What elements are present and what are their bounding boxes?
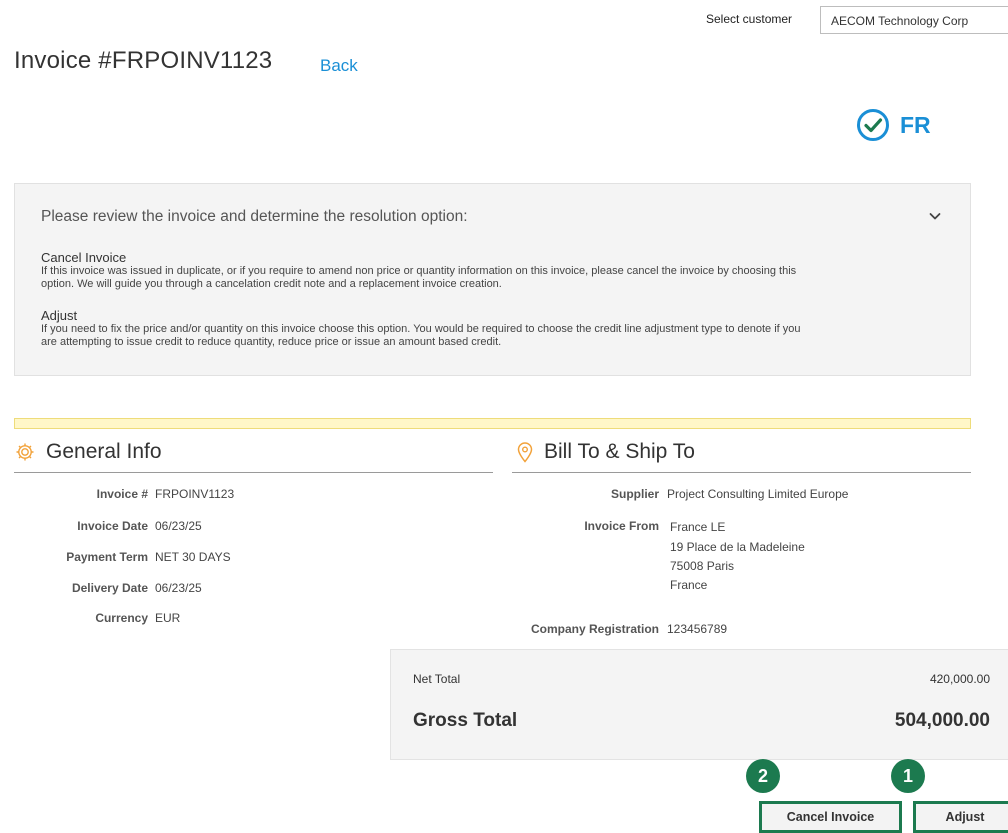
gear-icon: [16, 443, 34, 461]
invoice-from-line-3: 75008 Paris: [670, 559, 735, 573]
bill-ship-header: Bill To & Ship To: [516, 440, 695, 464]
cancel-option-line-2: option. We will guide you through a canc…: [41, 278, 502, 290]
supplier-value: Project Consulting Limited Europe: [667, 487, 849, 501]
cancel-option-title: Cancel Invoice: [41, 250, 127, 265]
payment-term-label: Payment Term: [66, 550, 148, 564]
location-pin-icon: [517, 442, 533, 463]
country-code: FR: [900, 111, 931, 138]
gross-total-label: Gross Total: [413, 710, 518, 731]
step-badge-1: 1: [891, 759, 925, 793]
invoice-number-value: FRPOINV1123: [155, 487, 235, 501]
review-panel: Please review the invoice and determine …: [14, 183, 971, 376]
review-heading: Please review the invoice and determine …: [41, 208, 468, 225]
invoice-from-line-4: France: [670, 578, 708, 592]
delivery-date-value: 06/23/25: [155, 581, 202, 595]
currency-value: EUR: [155, 611, 181, 625]
invoice-from-label: Invoice From: [584, 519, 659, 533]
invoice-date-label: Invoice Date: [77, 519, 148, 533]
invoice-date-value: 06/23/25: [155, 519, 202, 533]
company-registration-value: 123456789: [667, 622, 728, 636]
general-info-divider: [14, 472, 493, 473]
chevron-down-icon[interactable]: [927, 208, 943, 224]
payment-term-value: NET 30 DAYS: [155, 550, 231, 564]
step-badge-2: 2: [746, 759, 780, 793]
check-circle-icon: [857, 109, 889, 141]
bill-ship-title: Bill To & Ship To: [544, 440, 695, 463]
select-customer-label: Select customer: [706, 12, 793, 26]
currency-label: Currency: [95, 611, 148, 625]
adjust-option-line-2: are attempting to issue credit to reduce…: [41, 336, 502, 348]
notice-bar: [14, 418, 971, 429]
bill-ship-divider: [512, 472, 971, 473]
delivery-date-label: Delivery Date: [71, 581, 148, 595]
totals-panel: Net Total 420,000.00 Gross Total 504,000…: [390, 649, 1008, 760]
general-info-header: General Info: [14, 440, 162, 464]
back-link[interactable]: Back: [320, 56, 358, 76]
invoice-from-line-2: 19 Place de la Madeleine: [670, 540, 805, 554]
gross-total-value: 504,000.00: [894, 710, 990, 731]
company-registration-label: Company Registration: [530, 622, 659, 636]
general-info-title: General Info: [46, 440, 162, 463]
adjust-option-line-1: If you need to fix the price and/or quan…: [41, 323, 801, 335]
cancel-option-line-1: If this invoice was issued in duplicate,…: [41, 265, 797, 277]
net-total-value: 420,000.00: [929, 672, 990, 686]
supplier-label: Supplier: [610, 487, 659, 501]
invoice-number-label: Invoice #: [96, 487, 148, 501]
adjust-option-title: Adjust: [41, 308, 78, 323]
net-total-label: Net Total: [413, 672, 461, 686]
invoice-from-line-1: France LE: [670, 520, 726, 534]
adjust-button[interactable]: Adjust: [913, 801, 1008, 833]
cancel-invoice-button[interactable]: Cancel Invoice: [759, 801, 902, 833]
page-title: Invoice #FRPOINV1123: [14, 47, 273, 74]
customer-select[interactable]: AECOM Technology Corp: [820, 6, 1008, 34]
country-badge: FR: [856, 108, 931, 142]
